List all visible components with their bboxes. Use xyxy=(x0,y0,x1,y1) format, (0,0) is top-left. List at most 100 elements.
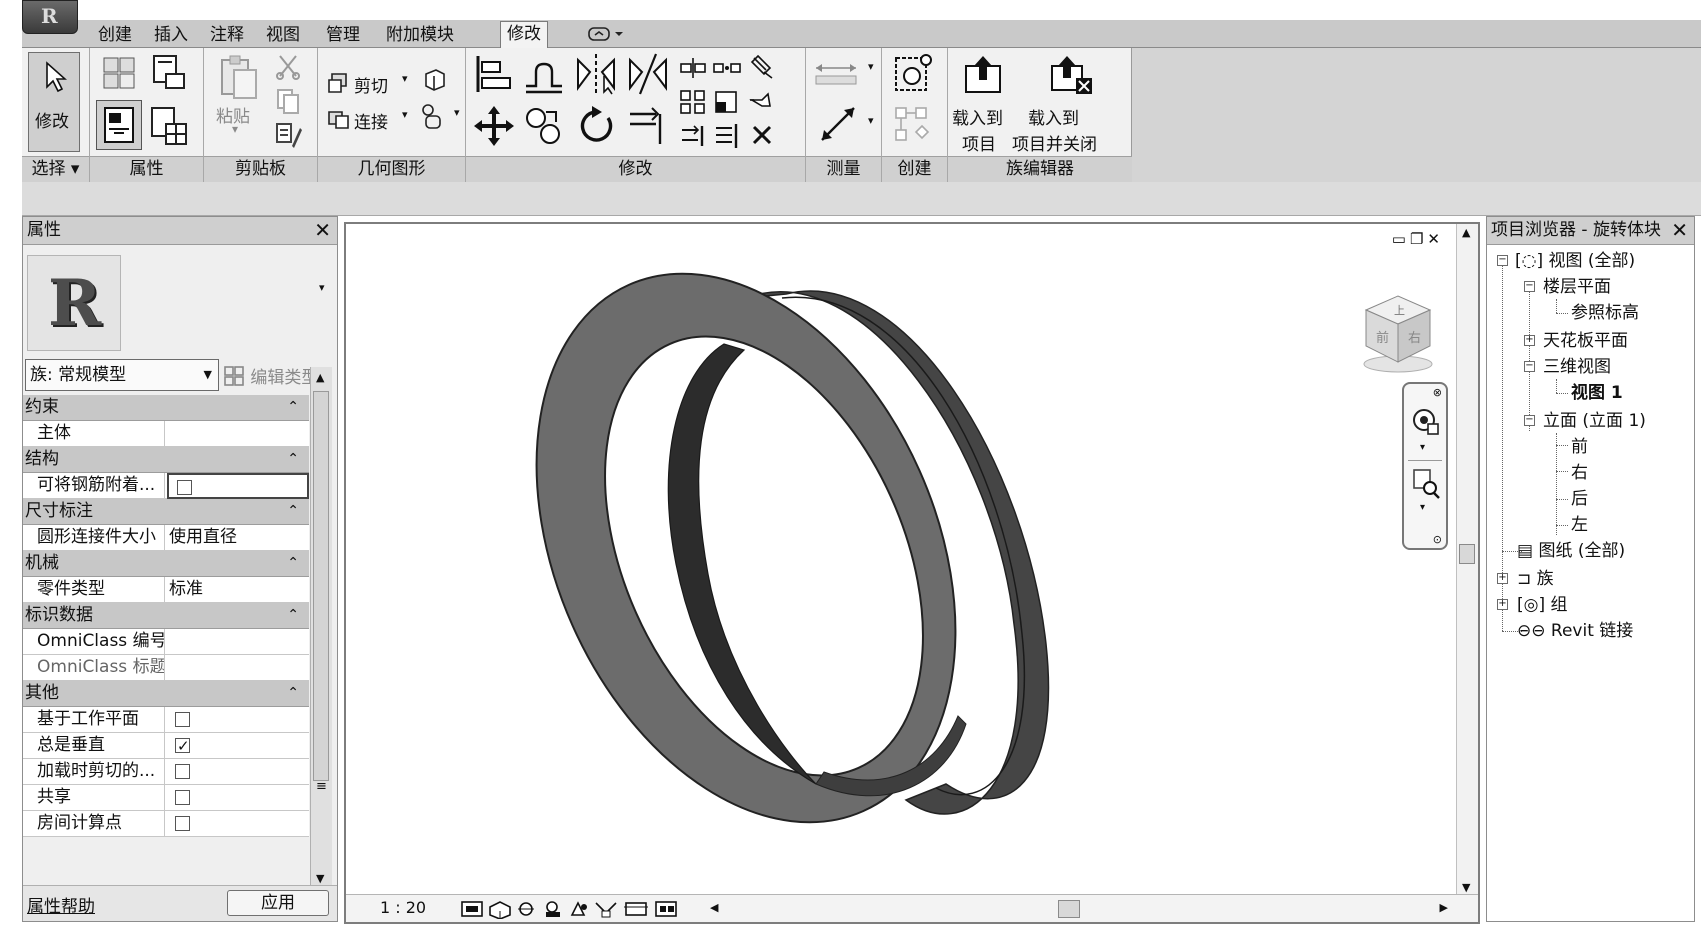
property-value[interactable]: 标准 xyxy=(167,577,309,602)
properties-help-link[interactable]: 属性帮助 xyxy=(27,892,95,917)
sun-path-icon[interactable] xyxy=(518,902,534,916)
trim-single-icon[interactable] xyxy=(678,122,708,150)
tree-collapse-toggle-icon[interactable]: − xyxy=(1524,415,1535,426)
paste-dropdown-icon[interactable]: ▾ xyxy=(232,122,238,136)
move-icon[interactable] xyxy=(472,104,516,148)
collapse-chevron-icon[interactable]: ⌃ xyxy=(287,551,299,576)
tree-node-back[interactable]: 后 xyxy=(1571,487,1588,513)
collapse-chevron-icon[interactable]: ⌃ xyxy=(287,447,299,472)
project-browser-close-icon[interactable]: ✕ xyxy=(1671,217,1688,244)
tree-node-left[interactable]: 左 xyxy=(1571,513,1588,539)
tree-node-groups[interactable]: [◎] 组 xyxy=(1517,593,1568,619)
split-element-icon[interactable] xyxy=(678,56,708,80)
unpin-icon[interactable] xyxy=(748,54,776,80)
properties-close-icon[interactable]: ✕ xyxy=(314,217,331,244)
load-into-project-and-close-icon[interactable] xyxy=(1048,52,1096,98)
view-horizontal-scroll-thumb[interactable] xyxy=(1058,900,1080,918)
tree-node-3d-views[interactable]: 三维视图 xyxy=(1543,355,1611,381)
apply-button[interactable]: 应用 xyxy=(227,890,329,916)
tree-expand-toggle-icon[interactable]: + xyxy=(1497,573,1508,584)
align-icon[interactable] xyxy=(472,52,516,96)
match-properties-icon[interactable] xyxy=(274,120,304,150)
viewcube-front-label[interactable]: 前 xyxy=(1376,330,1389,346)
zoom-region-icon[interactable] xyxy=(1412,468,1442,500)
join-geometry-label[interactable]: 连接 xyxy=(354,108,388,133)
navbar-menu-icon[interactable]: ⊙ xyxy=(1433,533,1442,546)
collapse-chevron-icon[interactable]: ⌃ xyxy=(287,681,299,706)
tab-view[interactable]: 视图 xyxy=(260,23,306,48)
application-menu-button[interactable]: R xyxy=(22,0,78,34)
join-dropdown-icon[interactable]: ▾ xyxy=(402,108,408,121)
property-value[interactable]: 使用直径 xyxy=(167,525,309,550)
collapse-chevron-icon[interactable]: ⌃ xyxy=(287,395,299,420)
tree-node-floor-plans[interactable]: 楼层平面 xyxy=(1543,275,1611,301)
scale-icon[interactable] xyxy=(712,88,742,116)
property-value[interactable] xyxy=(167,733,309,759)
tab-create[interactable]: 创建 xyxy=(92,23,138,48)
3d-view-canvas[interactable]: ▭❐✕ 上 前 右 ⊗ ▾ ▾ ⊙ ▲ ▼ 1: 20 ◀ ▶ xyxy=(344,222,1480,924)
view-scroll-left-arrow-icon[interactable]: ◀ xyxy=(710,901,718,914)
tree-node-ceiling-plans[interactable]: 天花板平面 xyxy=(1543,329,1628,355)
property-checkbox[interactable] xyxy=(175,764,190,779)
tree-collapse-toggle-icon[interactable]: − xyxy=(1524,281,1535,292)
viewcube-right-label[interactable]: 右 xyxy=(1408,331,1421,346)
property-value[interactable] xyxy=(167,811,309,836)
tree-node-revit-links[interactable]: ⊖⊖ Revit 链接 xyxy=(1517,619,1633,645)
crop-view-icon[interactable] xyxy=(595,902,617,918)
create-similar-icon[interactable] xyxy=(892,52,936,96)
visual-style-icon[interactable] xyxy=(489,901,511,919)
tree-node-families[interactable]: ⊐ 族 xyxy=(1517,567,1554,593)
shadows-icon[interactable] xyxy=(546,901,560,917)
load-into-project-label-1[interactable]: 载入到 xyxy=(952,104,1003,129)
tab-modify[interactable]: 修改 xyxy=(500,21,548,49)
tree-collapse-toggle-icon[interactable]: − xyxy=(1524,361,1535,372)
dimension-dropdown-icon[interactable]: ▾ xyxy=(868,114,874,127)
zoom-dropdown-icon[interactable]: ▾ xyxy=(1420,502,1425,513)
mirror-draw-axis-icon[interactable] xyxy=(626,52,670,96)
cut-dropdown-icon[interactable]: ▾ xyxy=(402,72,408,85)
split-face-icon[interactable] xyxy=(418,102,448,132)
property-value[interactable] xyxy=(167,759,309,784)
property-value[interactable] xyxy=(167,707,309,732)
pin-icon[interactable] xyxy=(748,88,776,114)
family-filter-select[interactable]: 族: 常规模型 ▼ xyxy=(25,359,219,391)
property-value[interactable] xyxy=(167,655,309,680)
tree-node-views-all[interactable]: [◌] 视图 (全部) xyxy=(1515,249,1635,275)
view-scale[interactable]: 1 : 20 xyxy=(380,898,426,917)
split-dropdown-icon[interactable]: ▾ xyxy=(454,106,460,119)
tab-insert[interactable]: 插入 xyxy=(148,23,194,48)
tree-node-front[interactable]: 前 xyxy=(1571,435,1588,461)
rotate-icon[interactable] xyxy=(574,104,618,148)
scroll-up-arrow-icon[interactable]: ▲ xyxy=(316,371,324,384)
trim-multiple-icon[interactable] xyxy=(712,122,742,150)
type-selector-dropdown-icon[interactable]: ▾ xyxy=(319,281,325,294)
load-into-project-label-2[interactable]: 项目 xyxy=(962,130,996,155)
type-properties-icon[interactable] xyxy=(148,104,192,148)
viewcube[interactable]: 上 前 右 xyxy=(1356,284,1440,378)
offset-icon[interactable] xyxy=(522,52,566,96)
tree-node-ref-level[interactable]: 参照标高 xyxy=(1571,301,1639,327)
show-crop-region-icon[interactable] xyxy=(624,902,648,916)
view-vertical-scroll-thumb[interactable] xyxy=(1459,544,1475,564)
create-group-icon[interactable] xyxy=(892,104,936,148)
wall-joins-icon[interactable] xyxy=(422,68,448,94)
minimize-ribbon-toggle-icon[interactable] xyxy=(587,25,627,43)
load-into-project-icon[interactable] xyxy=(962,52,1006,96)
tree-expand-toggle-icon[interactable]: + xyxy=(1497,599,1508,610)
property-checkbox[interactable] xyxy=(175,712,190,727)
property-group-header[interactable]: 机械 ⌃ xyxy=(23,551,309,577)
rendering-icon[interactable] xyxy=(570,901,587,916)
viewcube-top-label[interactable]: 上 xyxy=(1394,304,1405,317)
trim-extend-icon[interactable] xyxy=(626,104,670,148)
property-checkbox[interactable] xyxy=(175,734,190,759)
measure-between-references-icon[interactable] xyxy=(812,58,860,88)
tab-add-ins[interactable]: 附加模块 xyxy=(380,23,460,48)
join-geometry-icon[interactable] xyxy=(326,106,352,132)
view-scroll-down-arrow-icon[interactable]: ▼ xyxy=(1462,881,1470,894)
property-group-header[interactable]: 其他 ⌃ xyxy=(23,681,309,707)
steering-wheel-icon[interactable] xyxy=(1410,406,1442,442)
modify-button[interactable]: 修改 xyxy=(28,52,80,152)
property-group-header[interactable]: 尺寸标注 ⌃ xyxy=(23,499,309,525)
property-value[interactable] xyxy=(167,785,309,810)
property-checkbox[interactable] xyxy=(177,480,192,495)
